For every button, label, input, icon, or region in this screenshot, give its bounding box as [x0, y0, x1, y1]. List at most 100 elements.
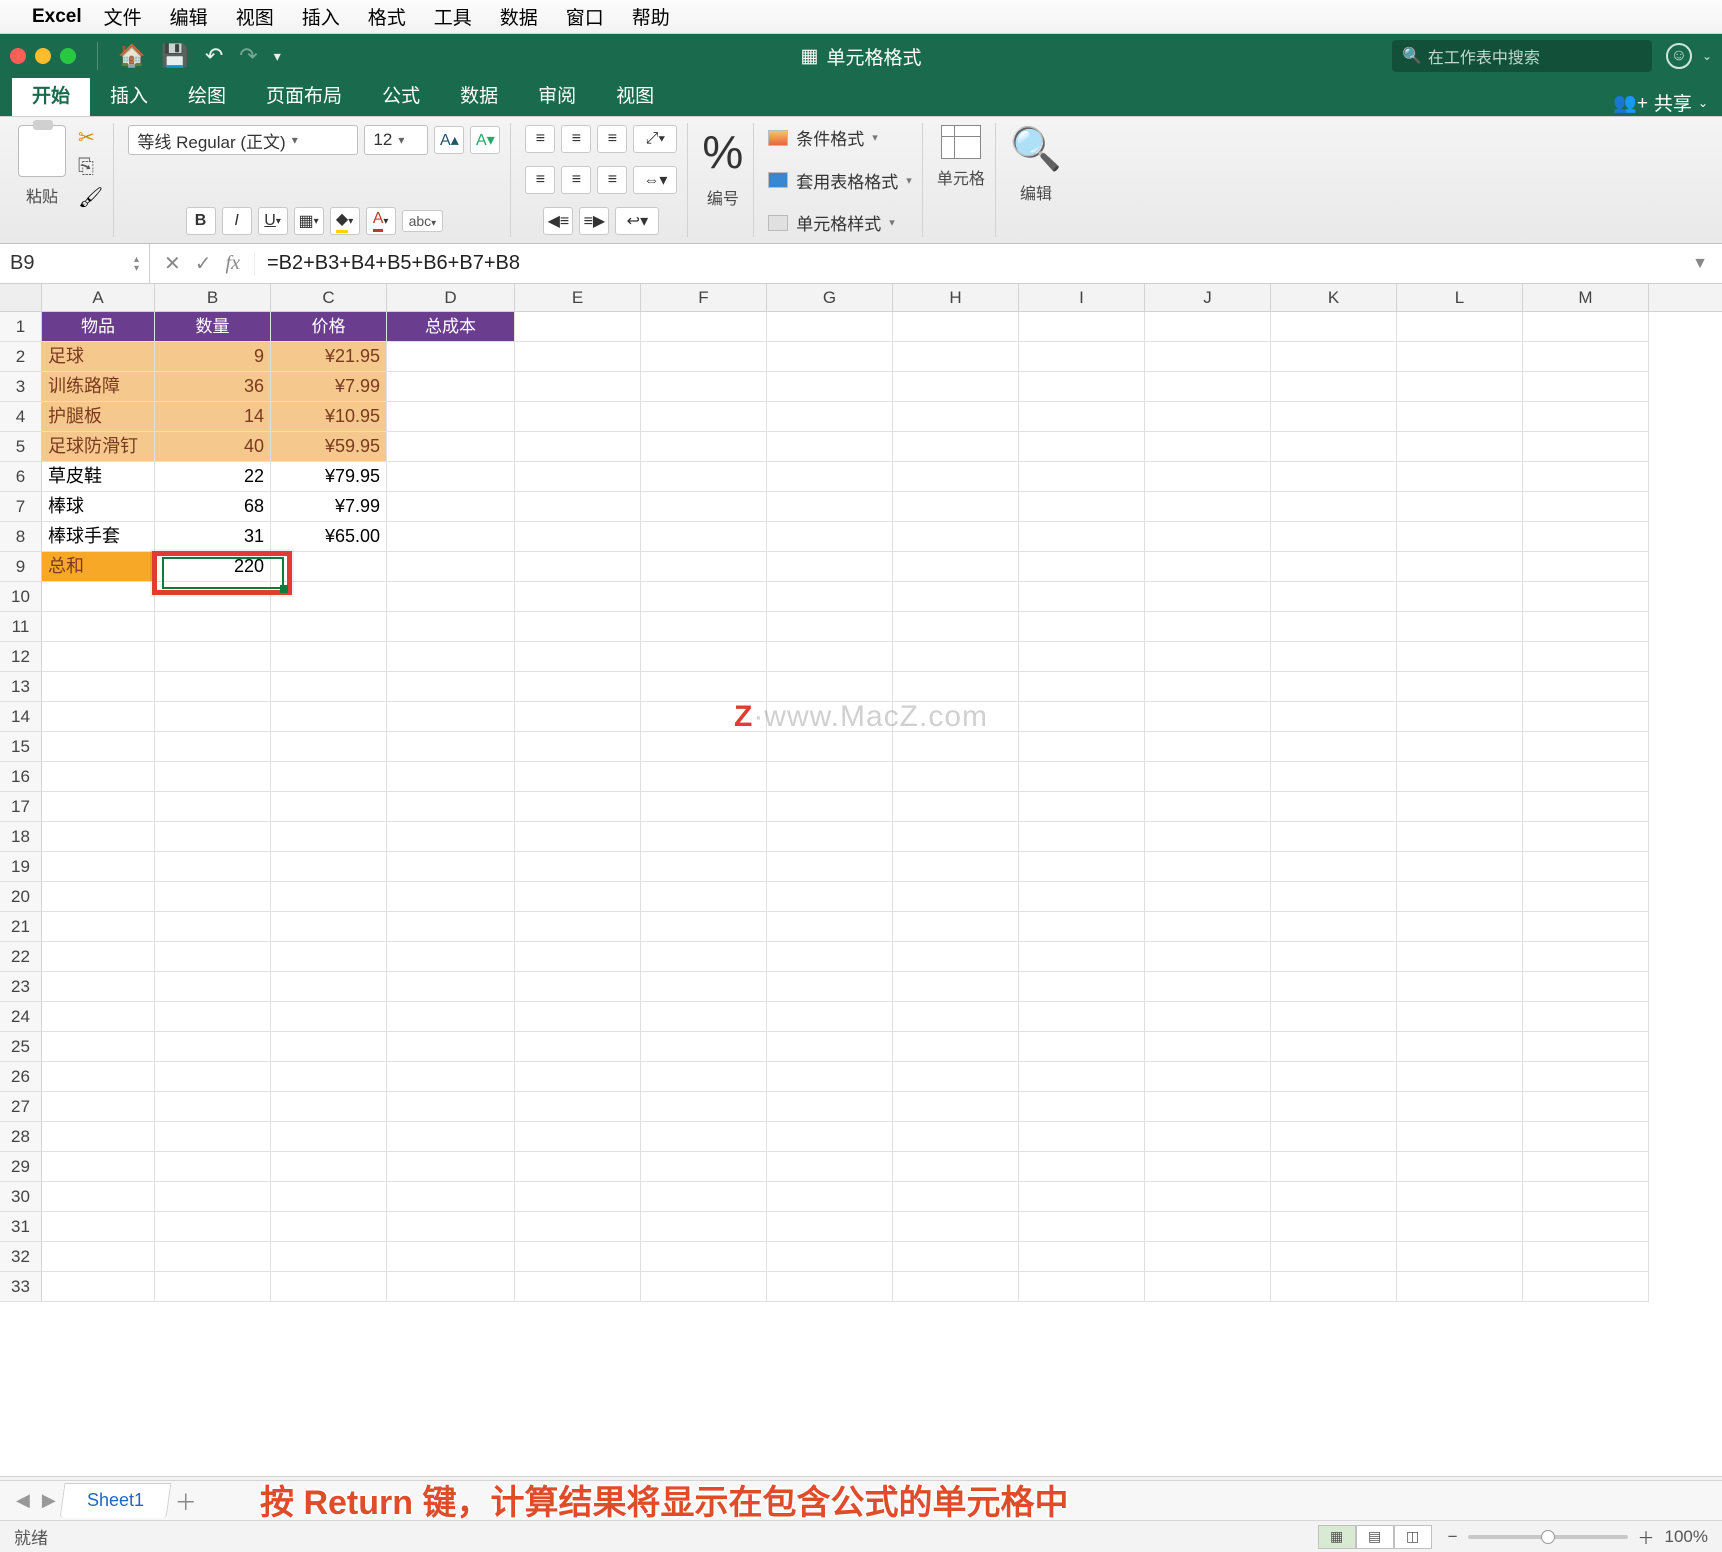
cell[interactable]	[893, 312, 1019, 342]
cell[interactable]	[387, 1242, 515, 1272]
row-header[interactable]: 13	[0, 672, 42, 702]
cell[interactable]: ¥59.95	[271, 432, 387, 462]
cell[interactable]	[387, 702, 515, 732]
cell[interactable]	[155, 702, 271, 732]
cell[interactable]	[1145, 582, 1271, 612]
cell[interactable]	[767, 372, 893, 402]
cell[interactable]	[1145, 1272, 1271, 1302]
row-header[interactable]: 20	[0, 882, 42, 912]
cell[interactable]	[42, 1212, 155, 1242]
cell[interactable]	[515, 552, 641, 582]
copy-icon[interactable]: ⎘	[78, 156, 103, 179]
cell[interactable]	[515, 432, 641, 462]
cell[interactable]	[515, 612, 641, 642]
cell[interactable]	[387, 642, 515, 672]
underline-button[interactable]: U▾	[258, 207, 288, 235]
cell[interactable]	[893, 972, 1019, 1002]
row-header[interactable]: 3	[0, 372, 42, 402]
cell[interactable]	[42, 1062, 155, 1092]
row-header[interactable]: 17	[0, 792, 42, 822]
cell[interactable]	[515, 792, 641, 822]
cell[interactable]	[1019, 612, 1145, 642]
cell[interactable]	[767, 1212, 893, 1242]
cell[interactable]	[893, 342, 1019, 372]
cell[interactable]	[641, 522, 767, 552]
cell[interactable]	[1019, 1242, 1145, 1272]
cell[interactable]	[1397, 1002, 1523, 1032]
cell[interactable]	[515, 342, 641, 372]
cell[interactable]: 40	[155, 432, 271, 462]
save-icon[interactable]: 💾	[161, 43, 188, 69]
phonetic-button[interactable]: abc▾	[402, 210, 444, 232]
cell[interactable]	[1271, 402, 1397, 432]
menu-edit[interactable]: 编辑	[170, 3, 208, 30]
cell[interactable]	[1397, 1092, 1523, 1122]
cell[interactable]	[767, 972, 893, 1002]
cell[interactable]	[641, 1182, 767, 1212]
cell[interactable]	[1145, 1212, 1271, 1242]
col-header-D[interactable]: D	[387, 284, 515, 311]
cell[interactable]	[1397, 552, 1523, 582]
cell[interactable]	[641, 882, 767, 912]
cell[interactable]	[1271, 702, 1397, 732]
cell[interactable]	[893, 492, 1019, 522]
number-format-button[interactable]: % 编号	[702, 125, 743, 209]
cell[interactable]: 14	[155, 402, 271, 432]
tab-home[interactable]: 开始	[12, 73, 90, 116]
cell[interactable]	[1523, 912, 1649, 942]
cell[interactable]	[1019, 1092, 1145, 1122]
cell[interactable]	[1397, 642, 1523, 672]
cell[interactable]	[1397, 762, 1523, 792]
cell[interactable]	[1145, 342, 1271, 372]
row-header[interactable]: 5	[0, 432, 42, 462]
align-center-icon[interactable]: ≡	[561, 166, 591, 194]
cell[interactable]	[1523, 612, 1649, 642]
cell[interactable]	[893, 522, 1019, 552]
cell[interactable]	[1523, 372, 1649, 402]
cell[interactable]	[1145, 372, 1271, 402]
cell[interactable]	[1523, 402, 1649, 432]
cell[interactable]	[767, 642, 893, 672]
cell[interactable]	[893, 762, 1019, 792]
cell[interactable]	[1271, 762, 1397, 792]
cell[interactable]	[515, 942, 641, 972]
cell[interactable]	[641, 1092, 767, 1122]
cell[interactable]	[42, 852, 155, 882]
cell[interactable]	[1271, 1092, 1397, 1122]
window-maximize-button[interactable]	[60, 48, 76, 64]
cell[interactable]	[1145, 492, 1271, 522]
cell[interactable]	[271, 1152, 387, 1182]
cell[interactable]	[387, 552, 515, 582]
menu-view[interactable]: 视图	[236, 3, 274, 30]
cell[interactable]	[641, 312, 767, 342]
cell[interactable]	[1271, 1212, 1397, 1242]
decrease-font-icon[interactable]: A▾	[470, 126, 500, 154]
cell[interactable]	[1397, 792, 1523, 822]
cell[interactable]	[1523, 1272, 1649, 1302]
cell[interactable]	[1397, 672, 1523, 702]
cell[interactable]	[893, 1182, 1019, 1212]
row-header[interactable]: 9	[0, 552, 42, 582]
cell[interactable]	[1145, 402, 1271, 432]
cell[interactable]: 价格	[271, 312, 387, 342]
cell[interactable]	[641, 1272, 767, 1302]
row-header[interactable]: 29	[0, 1152, 42, 1182]
cell[interactable]	[1145, 312, 1271, 342]
cell[interactable]	[515, 882, 641, 912]
cell[interactable]	[1397, 612, 1523, 642]
row-header[interactable]: 21	[0, 912, 42, 942]
cell[interactable]	[42, 642, 155, 672]
cell[interactable]	[155, 672, 271, 702]
cell[interactable]	[1019, 672, 1145, 702]
cell[interactable]: 总和	[42, 552, 155, 582]
cell[interactable]	[1271, 582, 1397, 612]
cell[interactable]	[387, 672, 515, 702]
cell[interactable]	[271, 1062, 387, 1092]
zoom-slider[interactable]	[1468, 1535, 1628, 1539]
cell[interactable]	[1019, 462, 1145, 492]
cell[interactable]	[1397, 1212, 1523, 1242]
cell[interactable]	[515, 462, 641, 492]
cell[interactable]	[1145, 1242, 1271, 1272]
cell[interactable]	[1145, 1032, 1271, 1062]
zoom-in-button[interactable]: ＋	[1638, 1524, 1655, 1549]
